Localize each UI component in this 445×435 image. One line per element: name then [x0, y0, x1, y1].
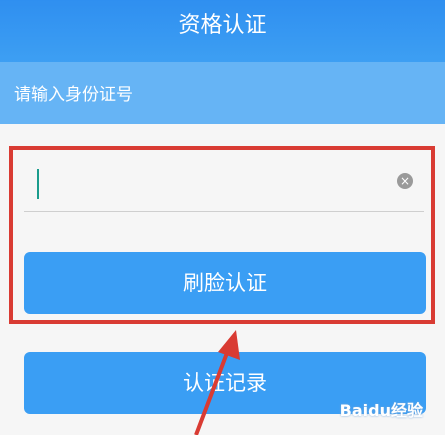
face-auth-button[interactable]: 刷脸认证 — [24, 252, 426, 314]
id-number-input[interactable]: × — [24, 152, 424, 212]
page-title: 资格认证 — [0, 0, 445, 62]
id-number-label: 请输入身份证号 — [0, 62, 445, 124]
clear-icon[interactable]: × — [397, 173, 413, 189]
watermark: Baidu经验 — [339, 401, 423, 420]
text-caret — [37, 169, 39, 199]
